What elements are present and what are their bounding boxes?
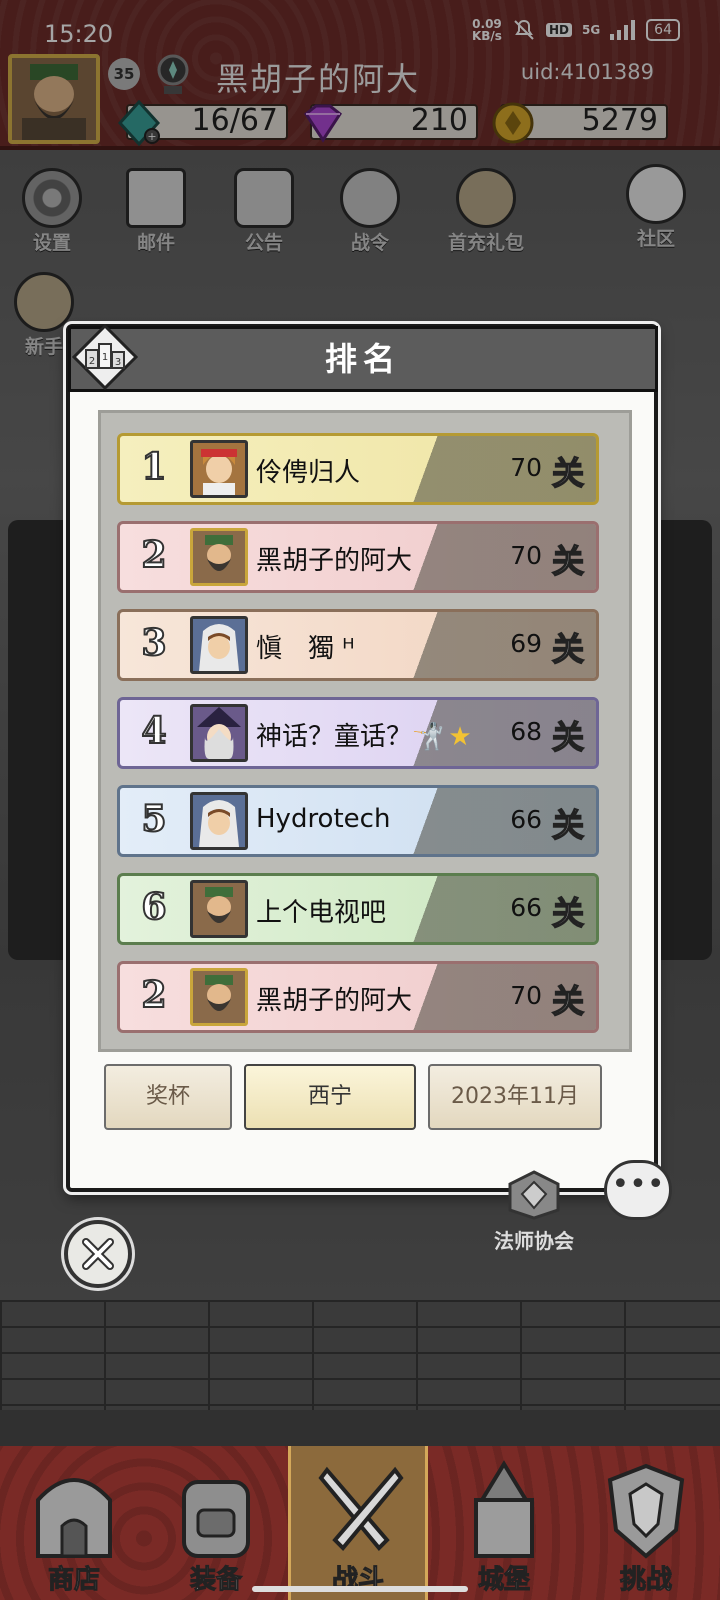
- ranking-list: 1 伶俜归人 70 关 2 黑胡子的阿大 70 关 3 愼 獨 ᴴ 69 关 4…: [98, 410, 632, 1052]
- podium-icon: 2 1 3: [72, 324, 138, 390]
- nav-battle[interactable]: 战斗: [288, 1446, 428, 1600]
- ranking-row-5[interactable]: 5 Hydrotech 66 关: [117, 785, 599, 857]
- player-avatar: [190, 792, 248, 850]
- nav-shop[interactable]: 商店: [4, 1446, 144, 1600]
- rank-number: 3: [140, 621, 167, 665]
- player-avatar: [190, 704, 248, 762]
- player-avatar: [190, 528, 248, 586]
- stage-unit: 关: [551, 805, 585, 845]
- stage-unit: 关: [551, 981, 585, 1021]
- star-icon: ★: [448, 722, 472, 752]
- player-name: 神话？童话？🤺 ★: [256, 716, 472, 753]
- nav-challenge[interactable]: 挑战: [576, 1446, 716, 1600]
- dialog-title-bar: 排名: [68, 326, 658, 392]
- nav-equipment[interactable]: 装备: [146, 1446, 286, 1600]
- player-name: 愼 獨 ᴴ: [256, 634, 355, 664]
- player-name: 上个电视吧: [256, 898, 387, 928]
- player-avatar: [190, 616, 248, 674]
- castle-icon: [474, 1460, 534, 1558]
- stage-unit: 关: [551, 453, 585, 493]
- home-indicator[interactable]: [252, 1586, 468, 1592]
- stage-count: 66: [510, 805, 542, 834]
- ranking-dialog: 排名 2 1 3 1 伶俜归人 70 关 2 黑胡子的阿大 70 关 3 愼 獨…: [66, 324, 658, 1192]
- rank-number: 6: [140, 885, 167, 929]
- dialog-title: 排名: [324, 340, 401, 378]
- player-avatar: [190, 440, 248, 498]
- player-name: 黑胡子的阿大: [256, 546, 413, 576]
- stage-count: 70: [510, 541, 542, 570]
- mage-guild-building[interactable]: 法师协会: [484, 1170, 584, 1254]
- stage-unit: 关: [551, 541, 585, 581]
- shield-icon: [607, 1463, 685, 1559]
- backpack-icon: [182, 1480, 250, 1558]
- ranking-row-4[interactable]: 4 神话？童话？🤺 ★ 68 关: [117, 697, 599, 769]
- rank-number: 4: [140, 709, 167, 753]
- ranking-row-6[interactable]: 6 上个电视吧 66 关: [117, 873, 599, 945]
- bottom-nav: 商店 装备 战斗 城堡 挑战: [0, 1446, 720, 1600]
- stage-unit: 关: [551, 717, 585, 757]
- ranking-row-2[interactable]: 2 黑胡子的阿大 70 关: [117, 521, 599, 593]
- crossed-swords-icon: [318, 1466, 404, 1551]
- stage-unit: 关: [551, 893, 585, 933]
- rank-number: 2: [140, 533, 167, 577]
- svg-text:3: 3: [115, 357, 121, 368]
- tab-trophy[interactable]: 奖杯: [104, 1064, 232, 1130]
- tab-month[interactable]: 2023年11月: [428, 1064, 602, 1130]
- mage-guild-label: 法师协会: [494, 1229, 574, 1253]
- tab-region[interactable]: 西宁: [244, 1064, 416, 1130]
- stage-count: 69: [510, 629, 542, 658]
- chat-icon: •••: [611, 1167, 665, 1202]
- player-name-text: 神话？童话？🤺: [256, 722, 445, 752]
- svg-text:1: 1: [102, 352, 108, 363]
- rank-number: 5: [140, 797, 167, 841]
- nav-challenge-label: 挑战: [619, 1565, 672, 1596]
- player-avatar: [190, 968, 248, 1026]
- shop-icon: [36, 1478, 112, 1558]
- player-avatar: [190, 880, 248, 938]
- close-button[interactable]: [64, 1220, 132, 1288]
- player-name: 黑胡子的阿大: [256, 986, 413, 1016]
- rank-number: 2: [140, 973, 167, 1017]
- ranking-row-3[interactable]: 3 愼 獨 ᴴ 69 关: [117, 609, 599, 681]
- close-icon: [82, 1238, 114, 1270]
- ranking-row-1[interactable]: 1 伶俜归人 70 关: [117, 433, 599, 505]
- stage-count: 70: [510, 453, 542, 482]
- mage-guild-icon: [508, 1170, 560, 1220]
- stage-count: 70: [510, 981, 542, 1010]
- ranking-row-self[interactable]: 2 黑胡子的阿大 70 关: [117, 961, 599, 1033]
- stage-unit: 关: [551, 629, 585, 669]
- stage-count: 66: [510, 893, 542, 922]
- player-name: Hydrotech: [256, 804, 391, 834]
- nav-shop-label: 商店: [47, 1565, 100, 1596]
- rank-number: 1: [140, 445, 167, 489]
- chat-button[interactable]: •••: [604, 1160, 672, 1220]
- player-name: 伶俜归人: [256, 458, 361, 488]
- ranking-tabs: 奖杯 西宁 2023年11月: [104, 1064, 634, 1132]
- nav-castle[interactable]: 城堡: [434, 1446, 574, 1600]
- svg-text:2: 2: [89, 356, 95, 367]
- stage-count: 68: [510, 717, 542, 746]
